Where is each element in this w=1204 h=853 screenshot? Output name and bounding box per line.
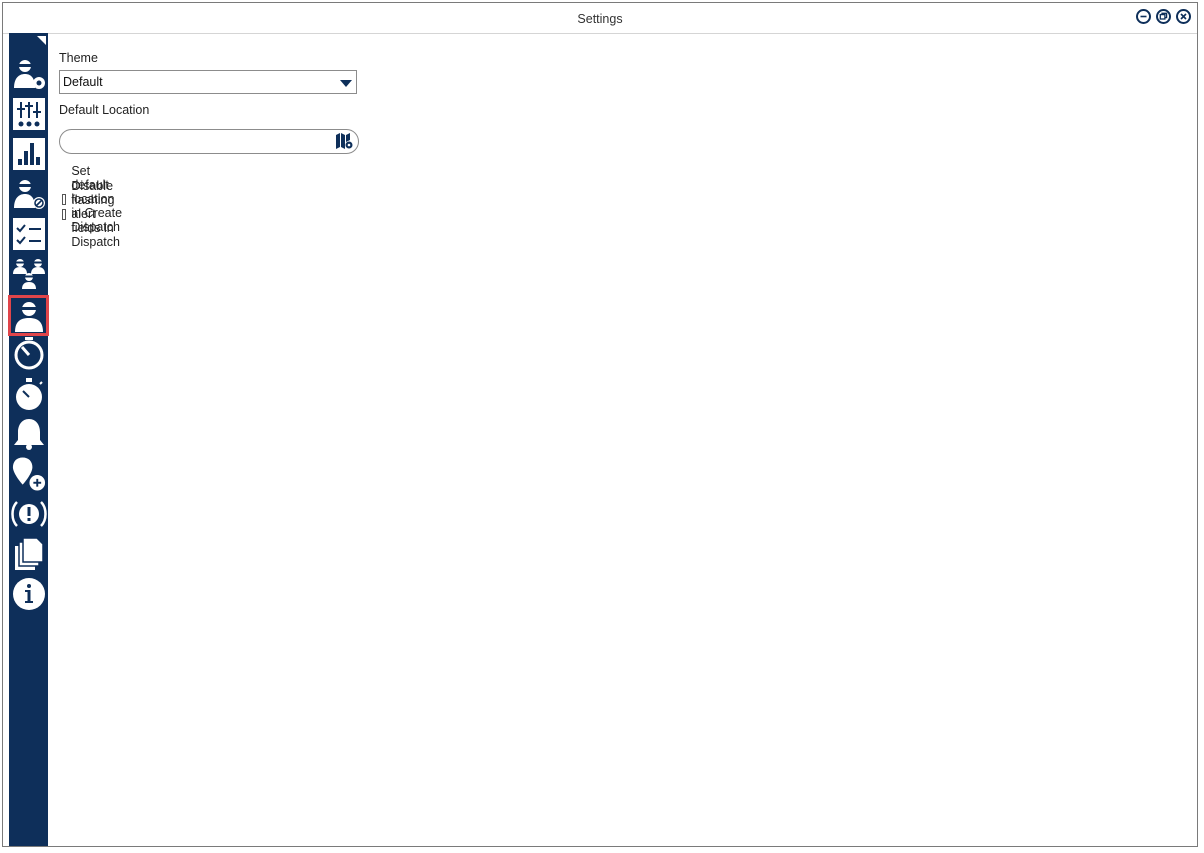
user-profile-icon[interactable] bbox=[8, 295, 49, 336]
alert-icon[interactable] bbox=[10, 495, 47, 532]
timer-icon[interactable] bbox=[10, 335, 47, 372]
window-controls bbox=[1136, 9, 1191, 24]
map-pin-icon[interactable] bbox=[335, 133, 353, 155]
user-blocked-icon[interactable] bbox=[10, 175, 47, 212]
checklist-icon[interactable] bbox=[10, 215, 47, 252]
documents-icon[interactable] bbox=[10, 535, 47, 572]
disable-flashing-option[interactable]: Disable flashing alert fields in Dispatc… bbox=[62, 179, 127, 249]
window-title: Settings bbox=[577, 12, 623, 26]
users-group-icon[interactable] bbox=[10, 255, 47, 292]
theme-label: Theme bbox=[59, 51, 98, 65]
add-location-icon[interactable] bbox=[10, 455, 47, 492]
minimize-icon[interactable] bbox=[1136, 9, 1151, 24]
disable-flashing-label: Disable flashing alert fields in Dispatc… bbox=[71, 179, 120, 249]
sliders-icon[interactable] bbox=[10, 95, 47, 132]
close-icon[interactable] bbox=[1176, 9, 1191, 24]
title-bar: Settings bbox=[3, 3, 1197, 34]
default-location-label: Default Location bbox=[59, 103, 150, 117]
settings-sidebar bbox=[8, 33, 49, 846]
bell-icon[interactable] bbox=[10, 415, 47, 452]
info-icon[interactable] bbox=[10, 575, 47, 612]
bar-chart-icon[interactable] bbox=[10, 135, 47, 172]
default-location-field[interactable] bbox=[59, 129, 359, 154]
disable-flashing-checkbox[interactable] bbox=[62, 208, 67, 220]
settings-window: Settings Theme Default Default Location … bbox=[2, 2, 1198, 847]
theme-select[interactable]: Default bbox=[59, 70, 357, 94]
user-settings-icon[interactable] bbox=[10, 55, 47, 92]
collapse-corner-icon[interactable] bbox=[37, 36, 46, 45]
chevron-down-icon[interactable] bbox=[340, 80, 352, 87]
default-location-input[interactable] bbox=[70, 133, 329, 152]
restore-icon[interactable] bbox=[1156, 9, 1171, 24]
theme-select-value: Default bbox=[63, 75, 103, 89]
stopwatch-icon[interactable] bbox=[10, 375, 47, 412]
